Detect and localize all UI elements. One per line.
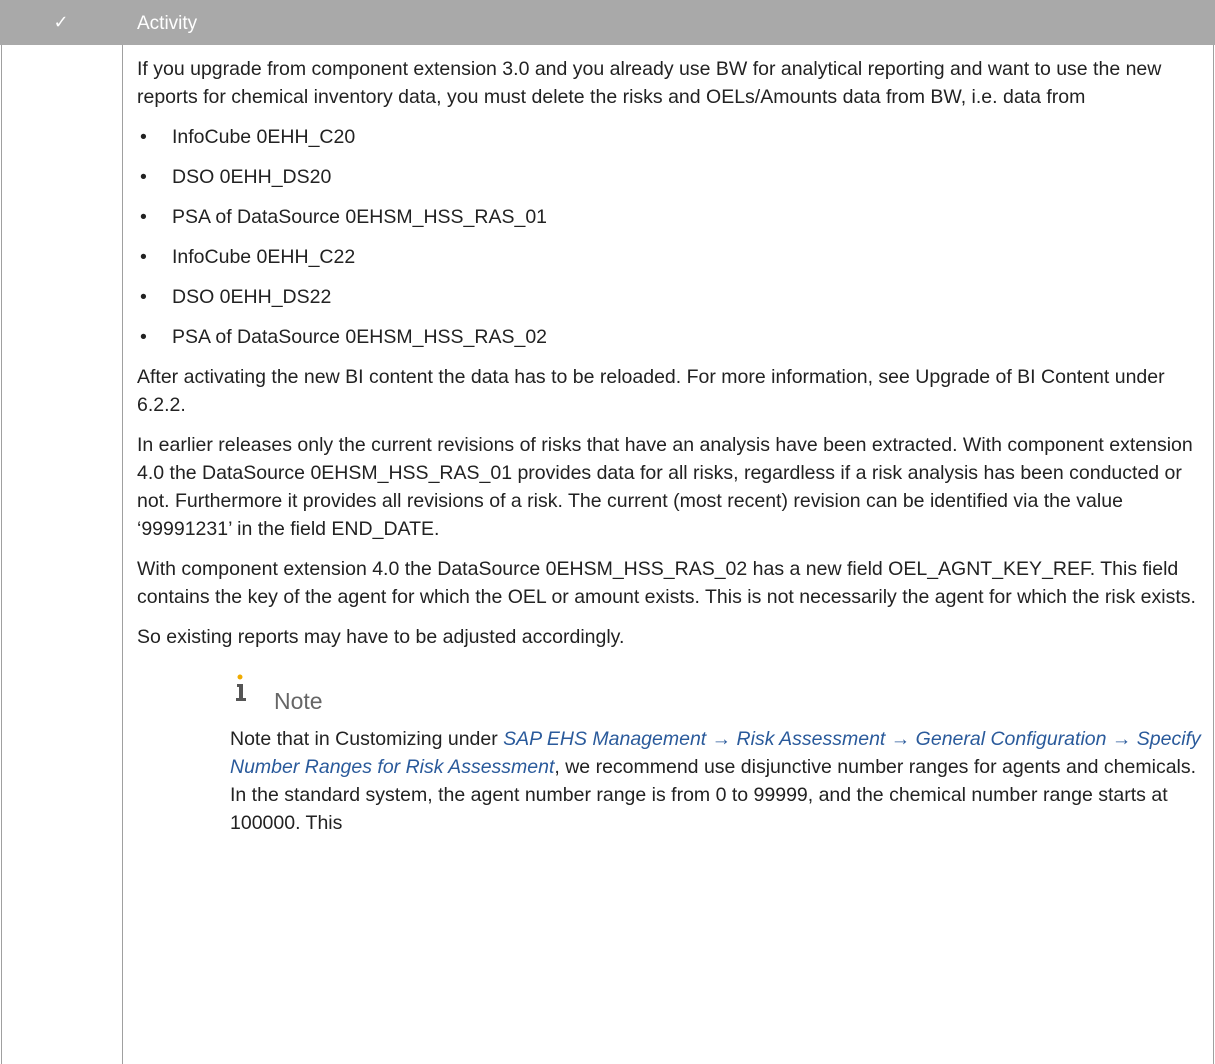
info-icon bbox=[236, 674, 246, 701]
table-column-divider bbox=[122, 45, 123, 1064]
note-label: Note bbox=[274, 688, 323, 714]
table-header-row: ✓ Activity bbox=[0, 0, 1215, 45]
list-item: • PSA of DataSource 0EHSM_HSS_RAS_02 bbox=[137, 323, 1203, 351]
bullet-icon: • bbox=[140, 246, 147, 268]
list-item: • InfoCube 0EHH_C22 bbox=[137, 243, 1203, 271]
list-item: • PSA of DataSource 0EHSM_HSS_RAS_01 bbox=[137, 203, 1203, 231]
intro-paragraph: If you upgrade from component extension … bbox=[137, 58, 1162, 108]
revisions-paragraph: In earlier releases only the current rev… bbox=[137, 434, 1193, 540]
bullet-list: • InfoCube 0EHH_C20 • DSO 0EHH_DS20 • PSA o… bbox=[137, 123, 1203, 351]
note-header: Note bbox=[230, 669, 1203, 725]
bullet-icon: • bbox=[140, 286, 147, 308]
activity-content: If you upgrade from component extension … bbox=[137, 45, 1203, 837]
activity-table: ✓ Activity If you upgrade from component… bbox=[0, 0, 1215, 1064]
check-icon: ✓ bbox=[53, 12, 69, 32]
new-field-paragraph: With component extension 4.0 the DataSou… bbox=[137, 558, 1196, 608]
table-border-left bbox=[1, 45, 2, 1064]
list-item: • DSO 0EHH_DS22 bbox=[137, 283, 1203, 311]
activity-heading: Activity bbox=[137, 13, 198, 34]
bullet-icon: • bbox=[140, 206, 147, 228]
reload-paragraph: After activating the new BI content the … bbox=[137, 366, 1165, 416]
bullet-icon: • bbox=[140, 166, 147, 188]
adjust-paragraph: So existing reports may have to be adjus… bbox=[137, 626, 625, 648]
bullet-icon: • bbox=[140, 326, 147, 348]
list-item: • DSO 0EHH_DS20 bbox=[137, 163, 1203, 191]
bullet-icon: • bbox=[140, 126, 147, 148]
list-item: • InfoCube 0EHH_C20 bbox=[137, 123, 1203, 151]
note-text: Note that in Customizing under SAP EHS M… bbox=[230, 728, 1201, 834]
table-border-right bbox=[1213, 45, 1214, 1064]
note-box: Note Note that in Customizing under SAP … bbox=[230, 669, 1203, 837]
